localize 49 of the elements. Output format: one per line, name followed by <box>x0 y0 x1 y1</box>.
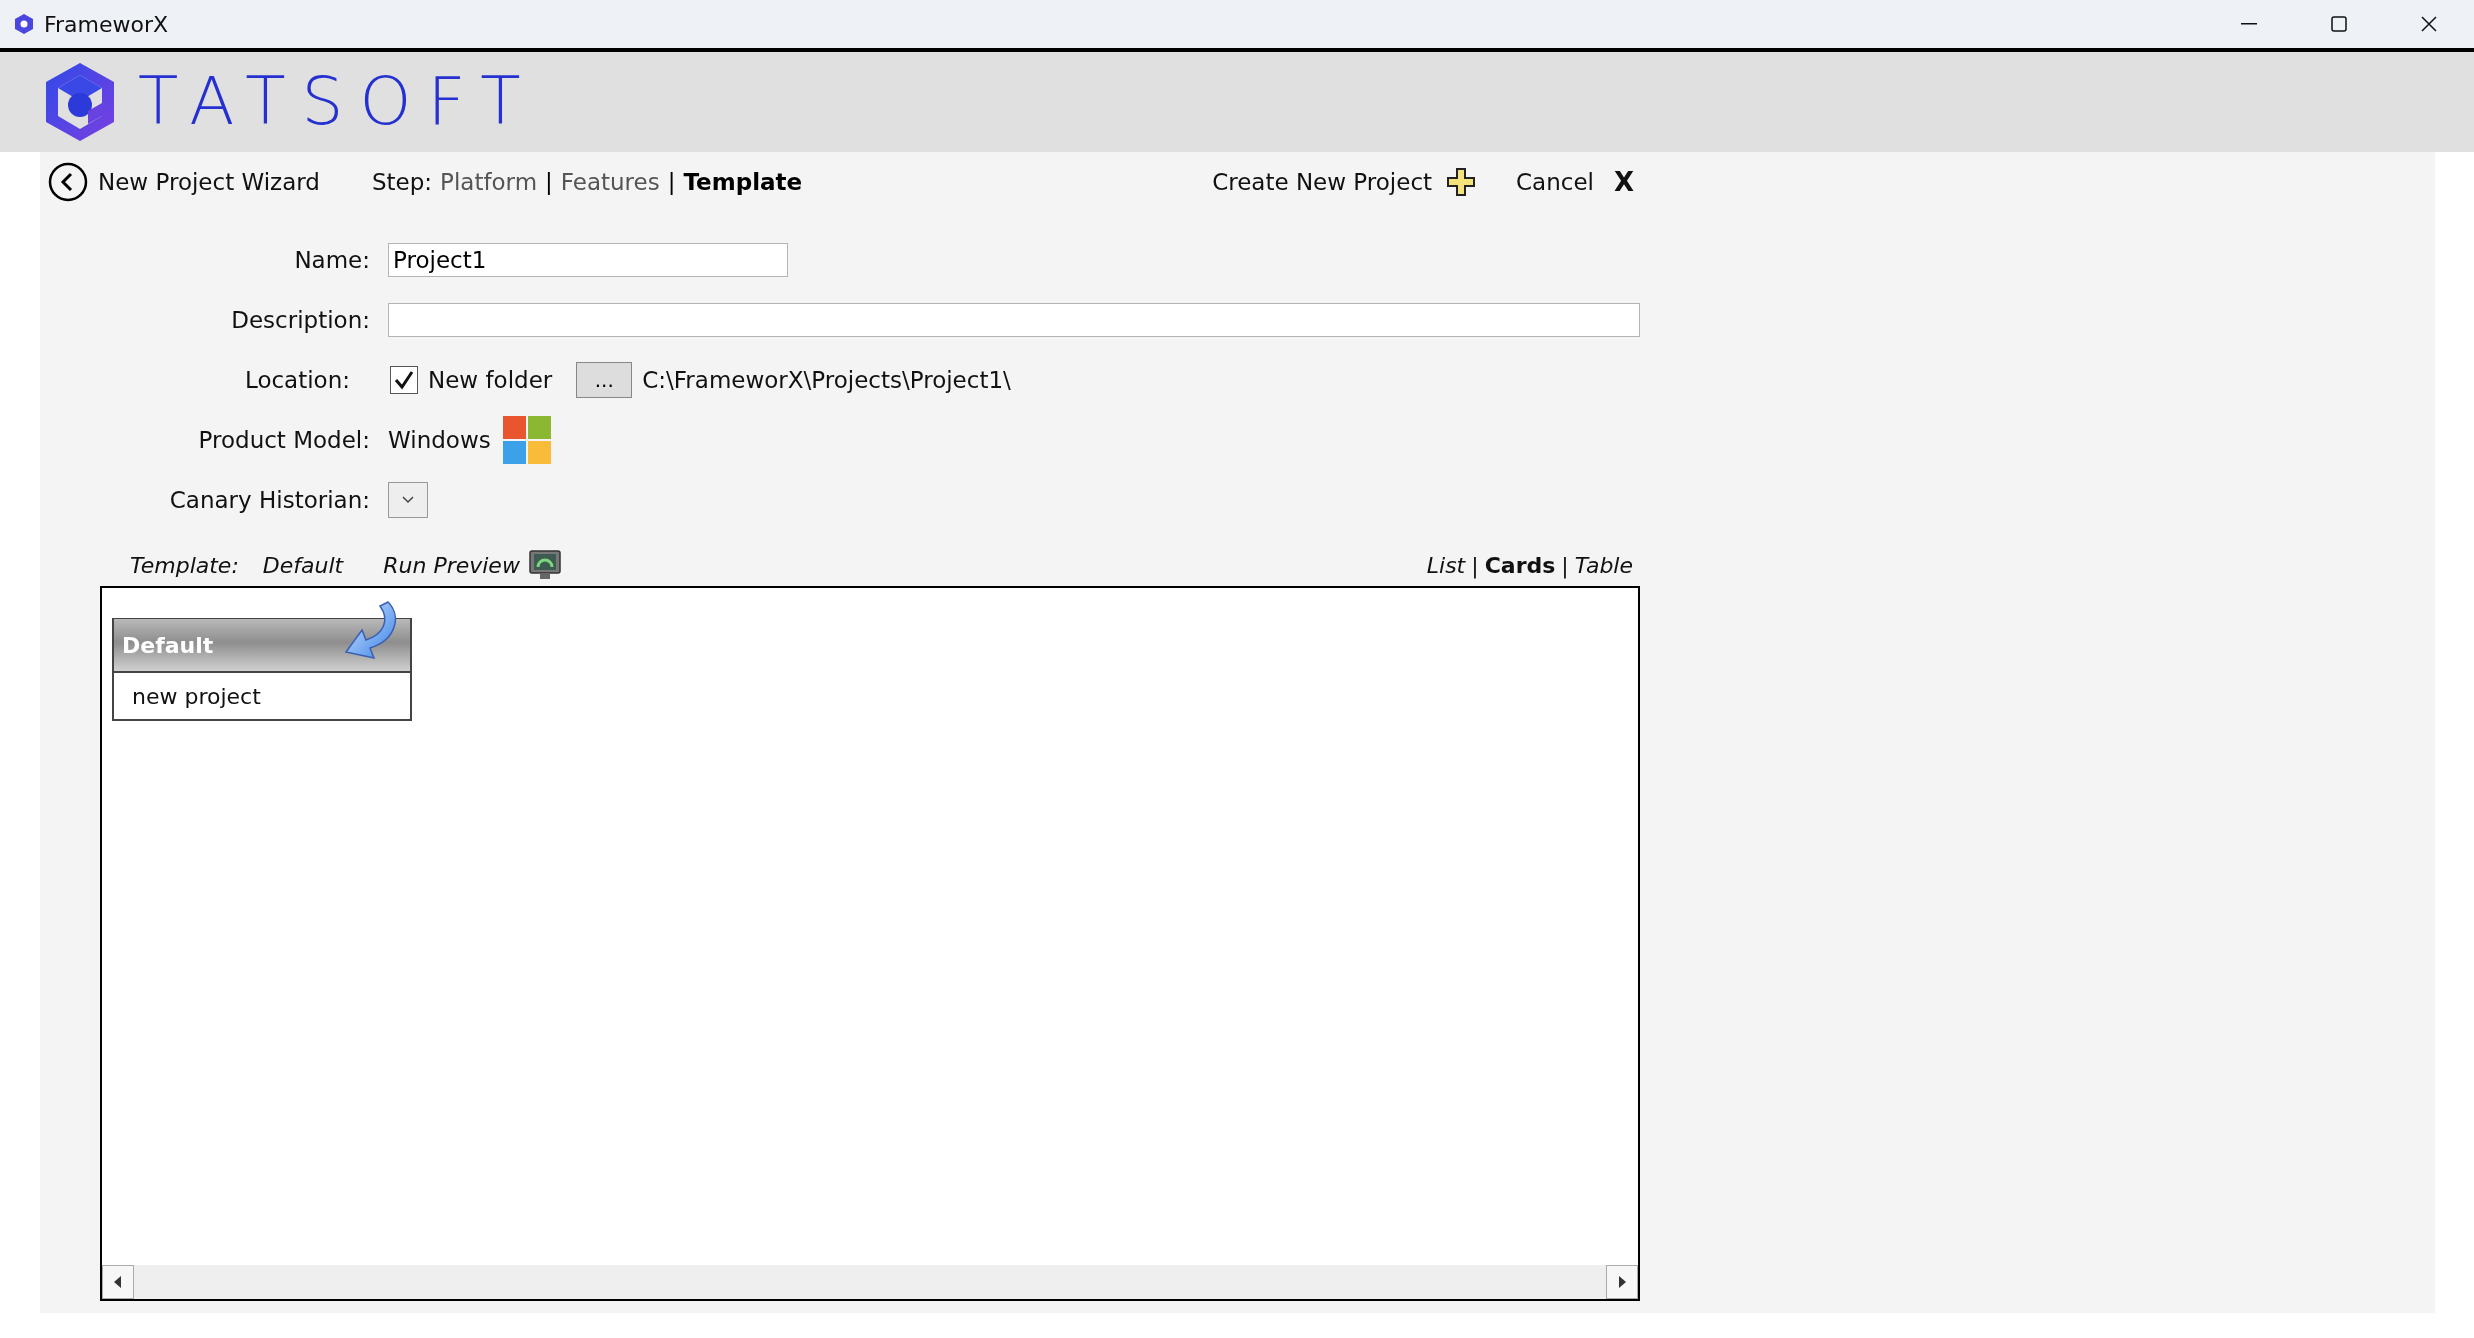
card-title: Default <box>114 619 410 673</box>
chevron-down-icon <box>402 496 414 504</box>
description-field[interactable] <box>388 303 1640 337</box>
left-arrow-icon <box>114 1276 122 1288</box>
scroll-right-button[interactable] <box>1606 1265 1638 1299</box>
folder-path: C:\FrameworX\Projects\Project1\ <box>642 367 1011 393</box>
field-label: Product Model: <box>197 426 370 455</box>
step-label: Step: <box>371 169 433 195</box>
separator: | <box>667 169 676 195</box>
view-tab[interactable]: Table <box>1574 552 1633 578</box>
name-field[interactable]: Project1 <box>388 243 788 277</box>
plus-icon <box>1446 167 1477 197</box>
monitor-icon <box>527 549 562 581</box>
window-title: FrameworX <box>44 11 169 37</box>
logo-text: TATSOFT <box>138 69 537 135</box>
step-tab[interactable]: Platform <box>440 169 538 195</box>
checkbox-label: New folder <box>428 367 553 393</box>
separator: | <box>1561 552 1569 578</box>
browse-button[interactable]: ... <box>576 362 633 398</box>
step-tab[interactable]: Template <box>683 169 803 195</box>
back-icon[interactable] <box>48 162 88 202</box>
field-label: Location: <box>243 366 351 395</box>
field-label: Description: <box>230 306 370 335</box>
cancel-button[interactable]: Cancel X <box>1516 167 1634 197</box>
windows-logo-icon <box>502 416 551 464</box>
card-description: new project <box>131 682 262 711</box>
create-project-button[interactable]: Create New Project <box>1212 167 1477 197</box>
field-label: Canary Historian: <box>168 486 370 515</box>
template-label: Template: <box>130 552 239 578</box>
wizard-title: New Project Wizard <box>98 169 320 195</box>
template-card[interactable]: Default new project <box>112 618 412 721</box>
minimize-icon <box>2241 23 2257 25</box>
horizontal-scrollbar[interactable] <box>102 1265 1638 1299</box>
checkbox[interactable] <box>390 366 418 394</box>
app-icon <box>14 13 34 35</box>
right-arrow-icon <box>1618 1276 1626 1288</box>
scroll-left-button[interactable] <box>102 1265 134 1299</box>
logo-icon <box>44 61 116 143</box>
separator: | <box>545 169 553 195</box>
step-tab[interactable]: Features <box>560 169 660 195</box>
view-tab[interactable]: Cards <box>1484 552 1556 578</box>
run-preview-link[interactable]: Run Preview <box>383 549 562 581</box>
product-model-value: Windows <box>388 427 491 453</box>
separator: | <box>1471 552 1479 578</box>
field-label: Name: <box>293 246 370 275</box>
maximize-icon <box>2330 15 2348 33</box>
close-icon <box>2420 15 2438 33</box>
template-value: Default <box>262 552 344 578</box>
view-tab[interactable]: List <box>1426 552 1466 578</box>
